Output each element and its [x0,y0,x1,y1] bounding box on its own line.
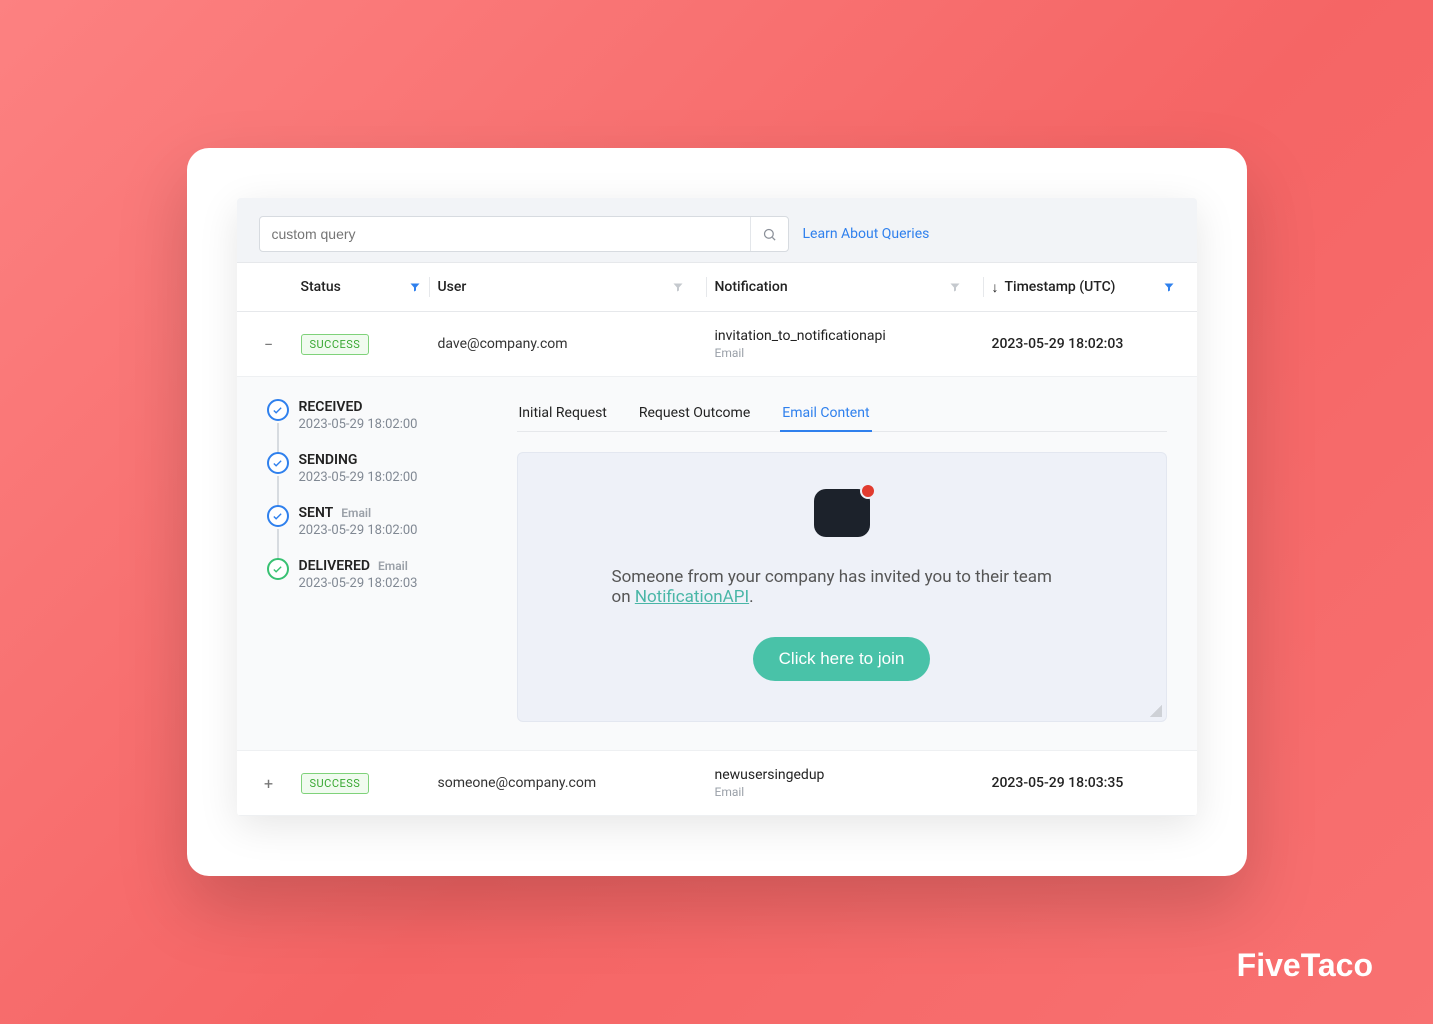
timeline-ts: 2023-05-29 18:02:00 [299,470,497,485]
sort-indicator[interactable]: ↓ [992,279,999,296]
timeline-label: DELIVERED [299,558,371,574]
row-detail-panel: RECEIVED 2023-05-29 18:02:00 SENDING 202… [237,377,1197,751]
table-header: Status User Notification [237,262,1197,312]
timeline-label: RECEIVED [299,399,363,415]
search-input[interactable] [260,217,750,251]
search-box [259,216,789,252]
status-badge: SUCCESS [301,334,370,355]
learn-about-queries-link[interactable]: Learn About Queries [803,226,930,242]
cell-notification-name: newusersingedup [715,767,961,783]
check-circle-icon [267,399,289,421]
timeline-ts: 2023-05-29 18:02:03 [299,576,497,591]
tab-request-outcome[interactable]: Request Outcome [637,399,752,431]
detail-right-pane: Initial Request Request Outcome Email Co… [517,399,1167,722]
filter-icon[interactable] [1163,281,1175,293]
cell-notification-channel: Email [715,785,961,799]
tab-email-content[interactable]: Email Content [780,399,871,431]
search-row: Learn About Queries [237,198,1197,262]
email-body: Someone from your company has invited yo… [612,567,1072,607]
column-separator [983,277,984,297]
th-timestamp[interactable]: Timestamp (UTC) [1005,279,1116,295]
app-icon [814,489,870,537]
filter-icon[interactable] [672,281,684,293]
timeline-item: RECEIVED 2023-05-29 18:02:00 [267,399,497,452]
timeline-sub: Email [341,506,371,520]
expand-icon[interactable]: + [259,773,279,793]
search-button[interactable] [750,217,788,251]
email-preview: Someone from your company has invited yo… [517,452,1167,722]
email-body-suffix: . [749,587,753,607]
cell-timestamp: 2023-05-29 18:03:35 [992,775,1124,791]
cell-notification-name: invitation_to_notificationapi [715,328,961,344]
outer-card: Learn About Queries Status User Notif [187,148,1247,876]
timeline-item: SENDING 2023-05-29 18:02:00 [267,452,497,505]
th-notification[interactable]: Notification [715,279,788,295]
collapse-icon[interactable]: − [259,334,279,354]
check-circle-icon [267,505,289,527]
check-circle-icon [267,452,289,474]
table-row[interactable]: − SUCCESS dave@company.com invitation_to… [237,312,1197,377]
column-separator [429,277,430,297]
resize-handle-icon[interactable] [1150,705,1162,717]
cell-user: dave@company.com [438,336,698,352]
brand-watermark: FiveTaco [1237,947,1373,984]
timeline-ts: 2023-05-29 18:02:00 [299,417,497,432]
timeline-label: SENT [299,505,334,521]
search-icon [762,227,777,242]
timeline-sub: Email [378,559,408,573]
delivery-timeline: RECEIVED 2023-05-29 18:02:00 SENDING 202… [267,399,497,722]
timeline-ts: 2023-05-29 18:02:00 [299,523,497,538]
notification-dot-icon [860,483,876,499]
tab-initial-request[interactable]: Initial Request [517,399,609,431]
timeline-label: SENDING [299,452,358,468]
filter-icon[interactable] [949,281,961,293]
timeline-item: DELIVERED Email 2023-05-29 18:02:03 [267,558,497,591]
table-row[interactable]: + SUCCESS someone@company.com newusersin… [237,751,1197,816]
check-circle-icon [267,558,289,580]
status-badge: SUCCESS [301,773,370,794]
email-link[interactable]: NotificationAPI [635,587,749,607]
cell-timestamp: 2023-05-29 18:02:03 [992,336,1124,352]
th-user[interactable]: User [438,279,467,295]
timeline-item: SENT Email 2023-05-29 18:02:00 [267,505,497,558]
cell-user: someone@company.com [438,775,698,791]
cell-notification-channel: Email [715,346,961,360]
column-separator [706,277,707,297]
join-button[interactable]: Click here to join [753,637,931,681]
app-frame: Learn About Queries Status User Notif [237,198,1197,816]
th-status[interactable]: Status [301,279,341,295]
filter-icon[interactable] [409,281,421,293]
detail-tabs: Initial Request Request Outcome Email Co… [517,399,1167,432]
